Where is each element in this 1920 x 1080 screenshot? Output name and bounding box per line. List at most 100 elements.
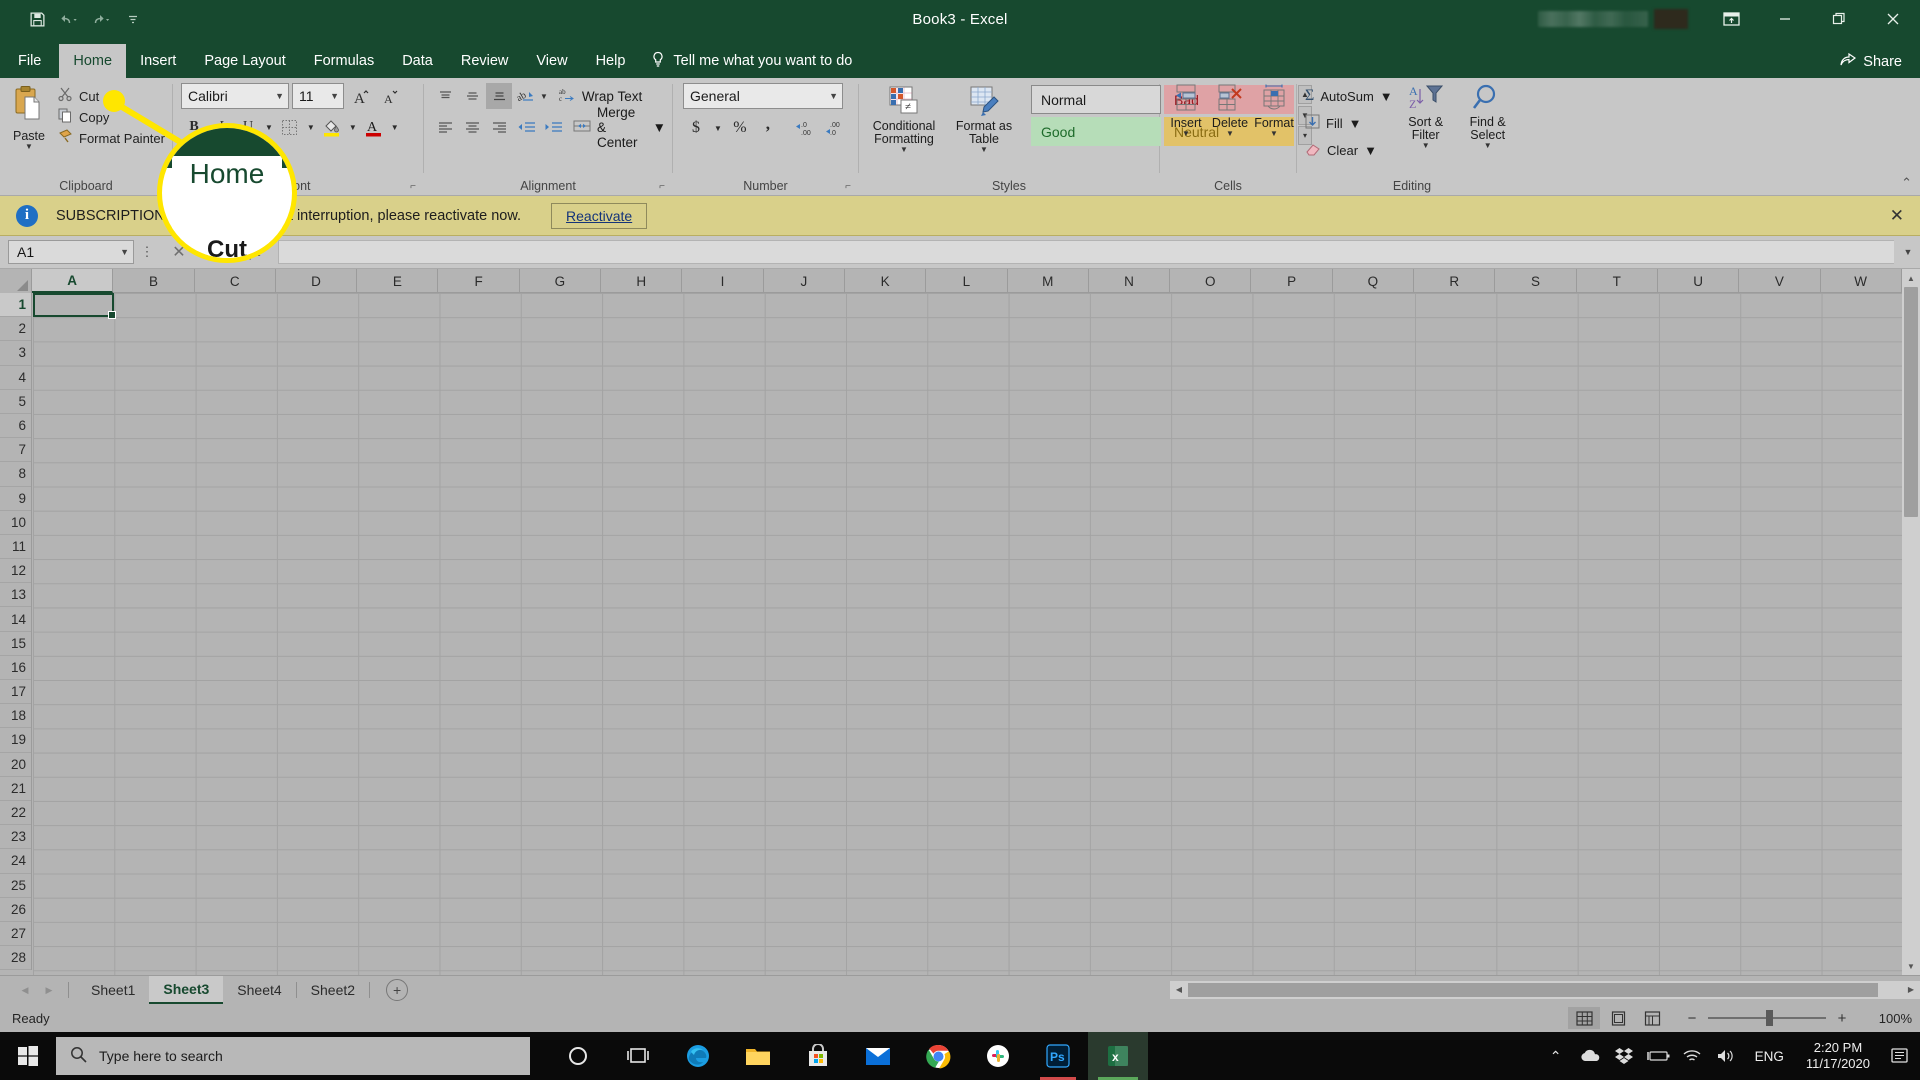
clock[interactable]: 2:20 PM 11/17/2020 <box>1796 1040 1880 1072</box>
zoom-slider[interactable] <box>1708 1010 1826 1026</box>
row-header-6[interactable]: 6 <box>0 414 31 439</box>
language-indicator[interactable]: ENG <box>1743 1049 1796 1064</box>
row-header-2[interactable]: 2 <box>0 317 31 342</box>
row-header-18[interactable]: 18 <box>0 704 31 729</box>
row-header-12[interactable]: 12 <box>0 559 31 584</box>
column-header-a[interactable]: A <box>32 269 114 293</box>
start-button[interactable] <box>0 1032 56 1080</box>
style-good[interactable]: Good <box>1031 117 1161 146</box>
fill-color-dropdown-caret-icon[interactable]: ▼ <box>346 114 360 140</box>
row-header-4[interactable]: 4 <box>0 366 31 390</box>
row-header-20[interactable]: 20 <box>0 753 31 777</box>
save-icon[interactable] <box>22 5 52 33</box>
conditional-formatting-caret-icon[interactable]: ▼ <box>900 146 908 154</box>
customize-qat-icon[interactable] <box>118 5 148 33</box>
format-caret-icon[interactable]: ▼ <box>1270 130 1278 138</box>
tab-data[interactable]: Data <box>388 44 447 78</box>
row-header-9[interactable]: 9 <box>0 487 31 511</box>
align-center-button[interactable] <box>459 114 485 140</box>
orientation-button[interactable]: ab ▼ <box>513 83 552 109</box>
add-sheet-button[interactable]: + <box>386 979 409 1001</box>
align-top-button[interactable] <box>432 83 458 109</box>
row-header-17[interactable]: 17 <box>0 680 31 705</box>
volume-icon[interactable] <box>1709 1032 1743 1080</box>
percent-style-button[interactable]: % <box>727 115 753 141</box>
conditional-formatting-button[interactable]: ≠ Conditional Formatting ▼ <box>865 83 943 154</box>
row-header-16[interactable]: 16 <box>0 656 31 680</box>
merge-center-button[interactable]: Merge & Center ▼ <box>567 105 672 150</box>
increase-decimal-button[interactable]: .0.00 <box>791 115 819 141</box>
cells-area[interactable] <box>33 293 1902 975</box>
fill-button[interactable]: Fill ▼ <box>1305 111 1393 135</box>
row-header-15[interactable]: 15 <box>0 632 31 656</box>
font-color-button[interactable]: A <box>361 114 387 140</box>
row-header-22[interactable]: 22 <box>0 801 31 826</box>
hscroll-right-icon[interactable]: ▶ <box>1902 980 1920 999</box>
row-header-19[interactable]: 19 <box>0 728 31 753</box>
row-header-27[interactable]: 27 <box>0 922 31 947</box>
number-format-combo[interactable]: General ▼ <box>683 83 843 109</box>
tab-formulas[interactable]: Formulas <box>300 44 388 78</box>
search-input[interactable]: Type here to search <box>56 1037 530 1075</box>
insert-caret-icon[interactable]: ▼ <box>1182 130 1190 138</box>
format-cells-button[interactable]: Format ▼ <box>1252 83 1296 138</box>
photoshop-icon[interactable]: Ps <box>1028 1032 1088 1080</box>
notifications-icon[interactable] <box>1880 1032 1920 1080</box>
accounting-dropdown-caret-icon[interactable]: ▼ <box>711 115 725 141</box>
tab-insert[interactable]: Insert <box>126 44 190 78</box>
find-select-button[interactable]: Find & Select ▼ <box>1459 83 1517 162</box>
merge-center-caret-icon[interactable]: ▼ <box>653 120 666 135</box>
hscroll-left-icon[interactable]: ◀ <box>1170 980 1188 999</box>
expand-formula-bar-icon[interactable]: ▼ <box>1896 236 1920 269</box>
mail-icon[interactable] <box>848 1032 908 1080</box>
increase-indent-button[interactable] <box>540 114 566 140</box>
close-icon[interactable]: ✕ <box>1890 206 1904 226</box>
sheet-nav-prev-icon[interactable]: ◀ <box>14 979 36 1001</box>
row-header-21[interactable]: 21 <box>0 777 31 801</box>
align-middle-button[interactable] <box>459 83 485 109</box>
align-right-button[interactable] <box>486 114 512 140</box>
column-header-r[interactable]: R <box>1414 269 1496 293</box>
sheet-tab-sheet1[interactable]: Sheet1 <box>77 976 149 1005</box>
style-normal[interactable]: Normal <box>1031 85 1161 114</box>
column-header-i[interactable]: I <box>682 269 764 293</box>
column-header-h[interactable]: H <box>601 269 683 293</box>
tab-file[interactable]: File <box>0 44 59 78</box>
row-header-28[interactable]: 28 <box>0 946 31 971</box>
undo-icon[interactable] <box>54 5 84 33</box>
accounting-format-button[interactable]: $ <box>683 115 709 141</box>
row-header-1[interactable]: 1 <box>0 293 31 318</box>
column-header-v[interactable]: V <box>1739 269 1821 293</box>
share-button[interactable]: Share <box>1840 52 1902 71</box>
find-select-caret-icon[interactable]: ▼ <box>1484 142 1492 150</box>
row-header-5[interactable]: 5 <box>0 390 31 414</box>
slack-icon[interactable] <box>968 1032 1028 1080</box>
vertical-scroll-thumb[interactable] <box>1904 287 1918 517</box>
column-header-s[interactable]: S <box>1495 269 1577 293</box>
tab-view[interactable]: View <box>522 44 581 78</box>
column-header-f[interactable]: F <box>438 269 520 293</box>
row-header-3[interactable]: 3 <box>0 341 31 366</box>
borders-dropdown-caret-icon[interactable]: ▼ <box>304 114 318 140</box>
row-header-14[interactable]: 14 <box>0 607 31 632</box>
clear-caret-icon[interactable]: ▼ <box>1364 143 1377 158</box>
row-header-10[interactable]: 10 <box>0 511 31 535</box>
column-header-k[interactable]: K <box>845 269 927 293</box>
paste-button[interactable]: Paste ▼ <box>0 83 58 151</box>
row-header-24[interactable]: 24 <box>0 849 31 874</box>
column-header-q[interactable]: Q <box>1333 269 1415 293</box>
chrome-icon[interactable] <box>908 1032 968 1080</box>
format-as-table-caret-icon[interactable]: ▼ <box>980 146 988 154</box>
battery-icon[interactable] <box>1641 1032 1675 1080</box>
alignment-dialog-launcher[interactable]: ⌐ <box>656 181 668 193</box>
column-header-t[interactable]: T <box>1577 269 1658 293</box>
tell-me-search[interactable]: Tell me what you want to do <box>639 44 864 78</box>
row-header-7[interactable]: 7 <box>0 438 31 463</box>
clear-button[interactable]: Clear ▼ <box>1305 138 1393 162</box>
show-hidden-icons-icon[interactable]: ⌃ <box>1539 1032 1573 1080</box>
comma-style-button[interactable]: , <box>755 115 781 141</box>
font-size-combo[interactable]: 11 ▼ <box>292 83 344 109</box>
formula-input[interactable] <box>278 240 1894 264</box>
ribbon-display-options-button[interactable] <box>1704 0 1758 38</box>
formula-bar-handle[interactable]: ⋮ <box>134 245 160 258</box>
